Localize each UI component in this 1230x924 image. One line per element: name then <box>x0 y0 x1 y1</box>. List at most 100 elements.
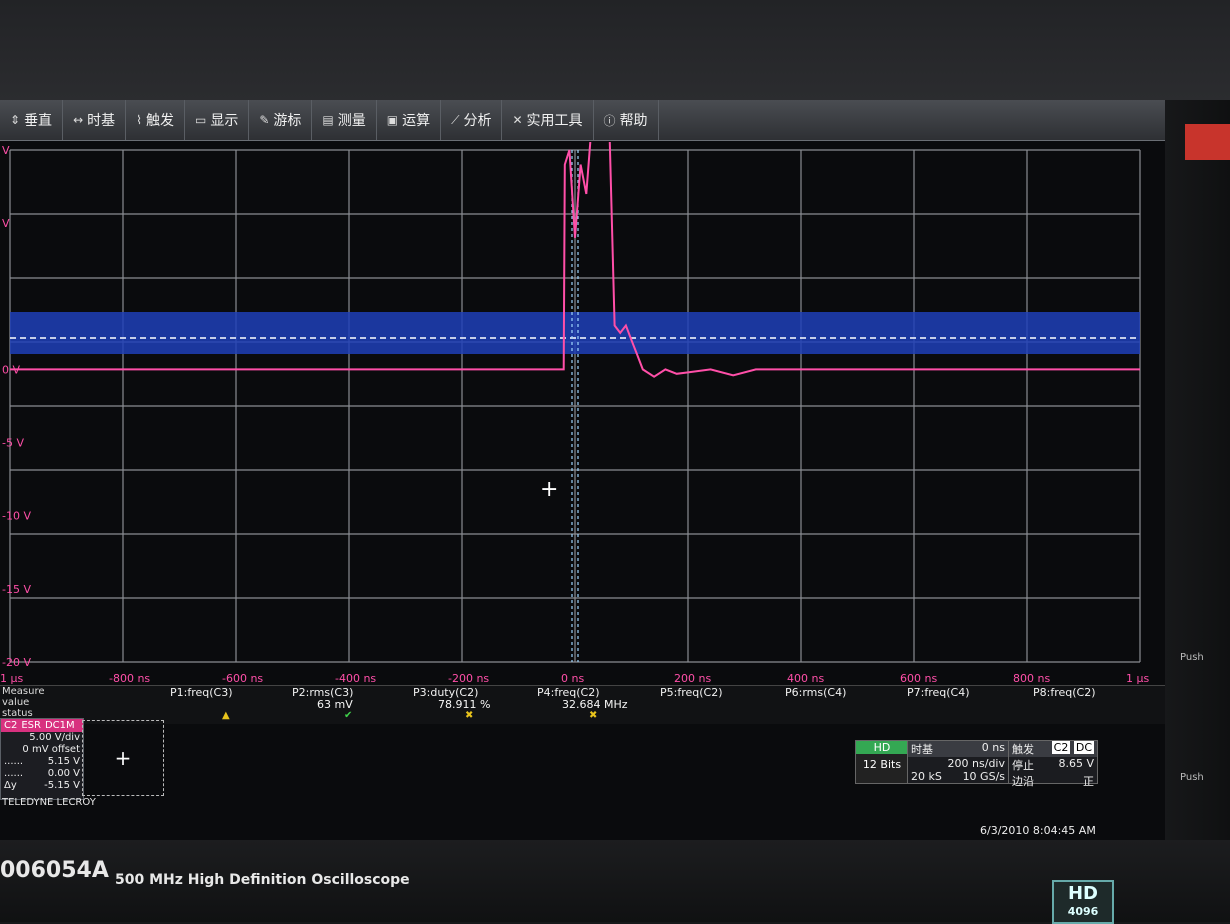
y-tick-label: -15 V <box>2 583 31 596</box>
help-icon: ⓘ <box>603 113 616 128</box>
timebase-samples: 20 kS <box>911 770 942 783</box>
channel-row-scale: 5.00 V/div <box>29 732 80 743</box>
x-tick-label: 1 µs <box>1126 672 1149 685</box>
bezel-top <box>0 0 1230 100</box>
measure-row-label: value <box>2 697 30 708</box>
check-icon: ✔ <box>344 710 353 721</box>
y-tick-label: -10 V <box>2 510 31 523</box>
hd-logo-big: HD <box>1067 883 1098 904</box>
channel-badge-esr: ESR <box>21 720 41 731</box>
x-tick-label: 800 ns <box>1013 672 1050 685</box>
x-tick-label: -400 ns <box>335 672 376 685</box>
timebase-rate: 10 GS/s <box>962 770 1005 783</box>
y-tick-label: -5 V <box>2 437 24 450</box>
add-channel-button[interactable]: + <box>82 720 164 796</box>
menu-label: 游标 <box>273 113 302 129</box>
oscilloscope-screen: ⇕垂直↔时基⌇触发▭显示✎游标▤测量▣运算⟋分析✕实用工具ⓘ帮助 +Text o… <box>0 100 1165 845</box>
menu-item-2[interactable]: ⌇ 触发 <box>126 100 185 140</box>
push-label: Push <box>1180 652 1204 663</box>
menu-label: 触发 <box>145 113 174 129</box>
channel-badge-coupling: DC1M <box>44 720 75 731</box>
x-tick-label: -600 ns <box>222 672 263 685</box>
measure-param-name[interactable]: P7:freq(C4) <box>907 686 970 699</box>
menu-label: 测量 <box>337 113 366 129</box>
x-tick-label: -800 ns <box>109 672 150 685</box>
waveform-svg: +Text of labelVV0 V-5 V-10 V-15 V-20 V-1… <box>0 142 1149 685</box>
menu-label: 分析 <box>463 113 492 129</box>
x-tick-label: 200 ns <box>674 672 711 685</box>
corner-tab[interactable] <box>1185 124 1230 160</box>
measure-param-name[interactable]: P5:freq(C2) <box>660 686 723 699</box>
menu-item-0[interactable]: ⇕ 垂直 <box>0 100 64 140</box>
menu-item-8[interactable]: ✕ 实用工具 <box>502 100 594 140</box>
invalid-icon: ✖ <box>465 710 474 721</box>
date-time: 6/3/2010 8:04:45 AM <box>980 824 1096 837</box>
crosshair-icon: + <box>540 477 558 502</box>
trigger-level: 8.65 V <box>1058 757 1094 770</box>
channel-row-cursor2: ...... 0.00 V <box>4 768 80 779</box>
menu-label: 帮助 <box>619 113 648 129</box>
measure-param-name[interactable]: P6:rms(C4) <box>785 686 846 699</box>
trigger-title: 触发 <box>1012 743 1034 756</box>
measure-panel: Measure value status P1:freq(C3) ▲ P2:rms(C3)… <box>0 685 1165 724</box>
hd-mode-box[interactable]: HD 12 Bits <box>855 740 909 784</box>
menu-label: 运算 <box>402 113 431 129</box>
timebase-div: 200 ns/div <box>947 757 1005 770</box>
tools-icon: ✕ <box>512 113 523 127</box>
timebase-delay: 0 ns <box>981 741 1005 754</box>
display-icon: ▭ <box>194 113 207 127</box>
timebase-icon: ↔ <box>73 113 84 127</box>
menu-item-3[interactable]: ▭ 显示 <box>185 100 250 140</box>
trigger-icon: ⌇ <box>136 113 142 127</box>
y-tick-label: V <box>2 144 10 157</box>
x-tick-label: 0 ns <box>561 672 584 685</box>
measure-icon: ▤ <box>322 113 334 127</box>
waveform-grid[interactable]: +Text of labelVV0 V-5 V-10 V-15 V-20 V-1… <box>0 142 1165 687</box>
timebase-title: 时基 <box>911 743 933 756</box>
menu-item-4[interactable]: ✎ 游标 <box>249 100 313 140</box>
invalid-icon: ✖ <box>589 710 598 721</box>
hd-title: HD <box>856 741 908 754</box>
model-number: 006054A <box>0 858 109 883</box>
hd-logo-small: 4096 <box>1067 905 1099 918</box>
channel-id: C2 <box>4 720 18 731</box>
measure-param-name[interactable]: P1:freq(C3) <box>170 686 233 699</box>
trigger-box[interactable]: 触发 C2 DC 停止 8.65 V 边沿 正 <box>1008 740 1098 788</box>
highlight-band <box>10 312 1140 354</box>
menu-item-5[interactable]: ▤ 测量 <box>312 100 377 140</box>
vertical-icon: ⇕ <box>10 113 21 127</box>
math-icon: ▣ <box>386 113 399 127</box>
hd-bits: 12 Bits <box>862 758 902 771</box>
trigger-channel: C2 <box>1051 741 1071 754</box>
trigger-coupling: DC <box>1073 741 1094 754</box>
x-tick-label: 600 ns <box>900 672 937 685</box>
measure-param-name[interactable]: P8:freq(C2) <box>1033 686 1096 699</box>
x-tick-label: -1 µs <box>0 672 23 685</box>
menu-label: 实用工具 <box>526 113 583 129</box>
menu-label: 垂直 <box>24 113 53 129</box>
menu-label: 显示 <box>210 113 239 129</box>
menu-item-6[interactable]: ▣ 运算 <box>377 100 442 140</box>
trigger-mode-edge: 边沿 <box>1012 775 1034 788</box>
push-label-2: Push <box>1180 772 1204 783</box>
measure-row-label: Measure <box>2 686 45 697</box>
cursor-icon: ✎ <box>259 113 270 127</box>
timebase-box[interactable]: 时基 0 ns 200 ns/div 20 kS 10 GS/s <box>907 740 1009 784</box>
channel-descriptor[interactable]: C2 ESR DC1M 5.00 V/div 0 mV offset .....… <box>0 718 84 800</box>
x-tick-label: -200 ns <box>448 672 489 685</box>
menu-item-7[interactable]: ⟋ 分析 <box>441 100 503 140</box>
trigger-mode-stop: 停止 <box>1012 759 1034 772</box>
warning-icon: ▲ <box>222 710 230 721</box>
channel-header: C2 ESR DC1M <box>1 719 83 732</box>
brand-label: TELEDYNE LECROY <box>2 797 96 808</box>
channel-row-offset: 0 mV offset <box>22 744 80 755</box>
y-tick-label: -20 V <box>2 656 31 669</box>
analysis-icon: ⟋ <box>451 112 460 127</box>
model-description: 500 MHz High Definition Oscilloscope <box>115 872 410 888</box>
trigger-slope: 正 <box>1083 775 1094 788</box>
x-tick-label: 400 ns <box>787 672 824 685</box>
menu-item-1[interactable]: ↔ 时基 <box>63 100 127 140</box>
menu-bar: ⇕ 垂直 ↔ 时基 ⌇ 触发 ▭ 显示 ✎ 游标 ▤ 测量 ▣ 运算 ⟋ 分析 ✕ 实用工具 ⓘ 帮助 <box>0 100 1165 141</box>
channel-row-cursor1: ...... 5.15 V <box>4 756 80 767</box>
menu-item-9[interactable]: ⓘ 帮助 <box>594 100 659 140</box>
